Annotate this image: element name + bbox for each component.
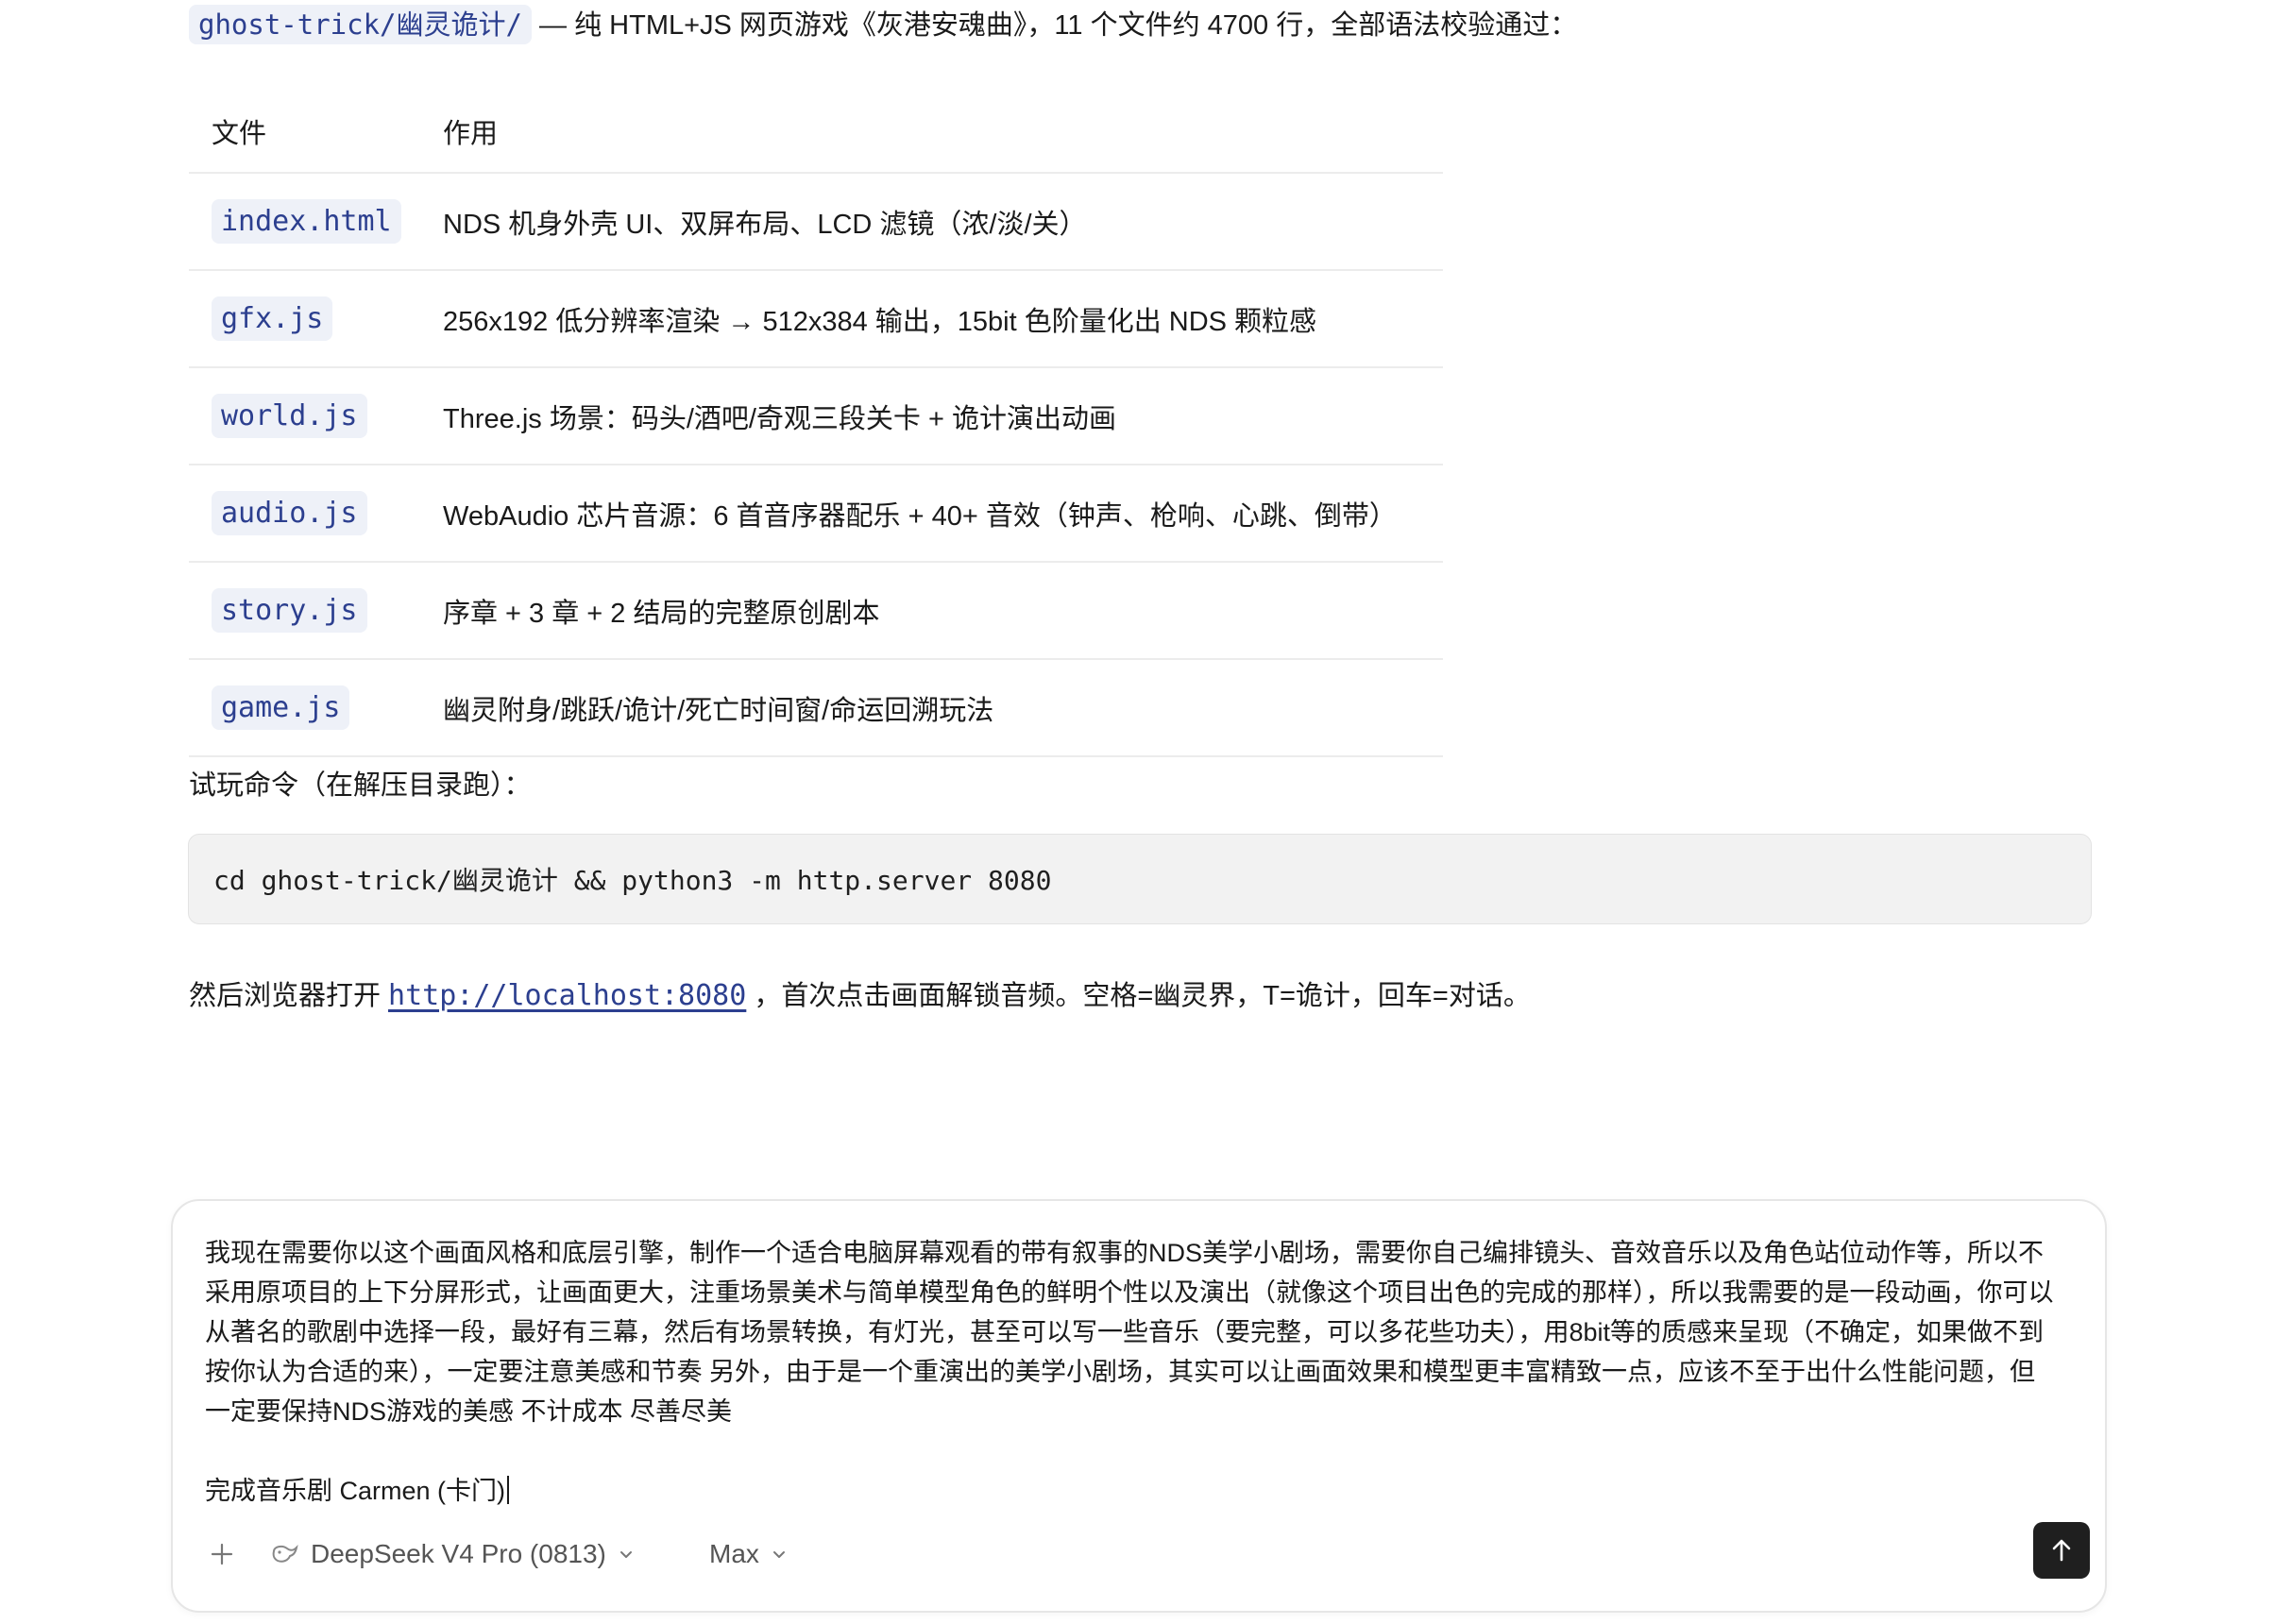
message-composer[interactable]: 我现在需要你以这个画面风格和底层引擎，制作一个适合电脑屏幕观看的带有叙事的NDS… (171, 1199, 2107, 1613)
table-row: audio.js WebAudio 芯片音源：6 首音序器配乐 + 40+ 音效… (189, 464, 1443, 562)
instruction-line: 然后浏览器打开 http://localhost:8080 ，首次点击画面解锁音频。… (189, 975, 1531, 1017)
table-row: world.js Three.js 场景：码头/酒吧/奇观三段关卡 + 诡计演出… (189, 366, 1443, 465)
table-header-desc: 作用 (443, 119, 499, 149)
composer-line: 从著名的歌剧中选择一段，最好有三幕，然后有场景转换，有灯光，甚至可以写一些音乐（… (205, 1318, 2045, 1346)
file-desc: 幽灵附身/跳跃/诡计/死亡时间窗/命运回溯玩法 (443, 658, 1443, 757)
file-name-chip: index.html (212, 199, 401, 244)
file-desc: NDS 机身外壳 UI、双屏布局、LCD 滤镜（浓/淡/关） (443, 172, 1443, 270)
text-caret (507, 1476, 510, 1504)
table-row: game.js 幽灵附身/跳跃/诡计/死亡时间窗/命运回溯玩法 (189, 658, 1443, 757)
table-header-row: 文件 作用 (189, 91, 1443, 173)
file-desc: Three.js 场景：码头/酒吧/奇观三段关卡 + 诡计演出动画 (443, 366, 1443, 465)
mode-name: Max (709, 1539, 759, 1568)
composer-last-line: 完成音乐剧 Carmen (卡门) (205, 1471, 2075, 1511)
chevron-down-icon (619, 1551, 632, 1558)
composer-toolbar: DeepSeek V4 Pro (0813) Max (173, 1507, 2105, 1611)
mode-selector[interactable]: Max (709, 1530, 788, 1579)
composer-line: 我现在需要你以这个画面风格和底层引擎，制作一个适合电脑屏幕观看的带有叙事的NDS… (205, 1239, 2045, 1267)
whale-icon (272, 1544, 298, 1563)
try-label: 试玩命令（在解压目录跑）： (189, 770, 532, 801)
file-name-chip: audio.js (212, 491, 367, 535)
plus-icon (211, 1543, 233, 1565)
composer-line: 一定要保持NDS游戏的美感 不计成本 尽善尽美 (205, 1397, 733, 1426)
intro-line: ghost-trick/幽灵诡计/ — 纯 HTML+JS 网页游戏《灰港安魂曲… (189, 4, 1577, 46)
table-row: story.js 序章 + 3 章 + 2 结局的完整原创剧本 (189, 561, 1443, 659)
localhost-link[interactable]: http://localhost:8080 (388, 979, 746, 1012)
intro-text: — 纯 HTML+JS 网页游戏《灰港安魂曲》，11 个文件约 4700 行，全… (531, 10, 1578, 41)
code-block[interactable]: cd ghost-trick/幽灵诡计 && python3 -m http.s… (188, 834, 2092, 924)
file-name-chip: game.js (212, 685, 350, 730)
table-row: gfx.js 256x192 低分辨率渲染 → 512x384 输出，15bit… (189, 269, 1443, 367)
file-table: 文件 作用 index.html NDS 机身外壳 UI、双屏布局、LCD 滤镜… (189, 91, 1443, 757)
chevron-down-icon (772, 1551, 785, 1558)
instruction-suffix: ，首次点击画面解锁音频。空格=幽灵界，T=诡计，回车=对话。 (754, 981, 1531, 1011)
arrow-up-icon (2052, 1539, 2071, 1562)
file-desc: WebAudio 芯片音源：6 首音序器配乐 + 40+ 音效（钟声、枪响、心跳… (443, 464, 1443, 562)
instruction-prefix: 然后浏览器打开 (189, 981, 382, 1011)
table-header-file: 文件 (212, 119, 267, 149)
send-button[interactable] (2033, 1522, 2090, 1579)
composer-input[interactable]: 我现在需要你以这个画面风格和底层引擎，制作一个适合电脑屏幕观看的带有叙事的NDS… (205, 1233, 2075, 1511)
file-name-chip: world.js (212, 394, 367, 438)
composer-line: 采用原项目的上下分屏形式，让画面更大，注重场景美术与简单模型角色的鲜明个性以及演… (205, 1278, 2054, 1307)
table-row: index.html NDS 机身外壳 UI、双屏布局、LCD 滤镜（浓/淡/关… (189, 172, 1443, 270)
composer-line: 按你认为合适的来），一定要注意美感和节奏 另外，由于是一个重演出的美学小剧场，其… (205, 1358, 2035, 1386)
file-desc: 序章 + 3 章 + 2 结局的完整原创剧本 (443, 561, 1443, 659)
composer-line: 完成音乐剧 Carmen (卡门) (205, 1477, 506, 1505)
model-name: DeepSeek V4 Pro (0813) (311, 1539, 606, 1568)
model-selector[interactable]: DeepSeek V4 Pro (0813) (271, 1530, 635, 1579)
file-name-chip: gfx.js (212, 296, 333, 341)
file-name-chip: story.js (212, 588, 367, 633)
file-desc: 256x192 低分辨率渲染 → 512x384 输出，15bit 色阶量化出 … (443, 269, 1443, 367)
attach-button[interactable] (201, 1533, 243, 1575)
path-code-chip: ghost-trick/幽灵诡计/ (189, 5, 532, 44)
